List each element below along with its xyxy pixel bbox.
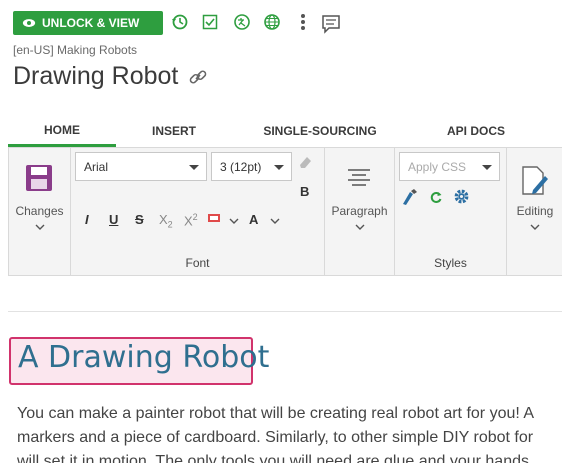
chevron-down-icon: [355, 224, 365, 230]
tab-single-sourcing[interactable]: SINGLE-SOURCING: [248, 115, 392, 146]
changes-label: Changes: [15, 204, 64, 218]
document-heading[interactable]: A Drawing Robot: [18, 340, 269, 375]
top-toolbar: UNLOCK & VIEW: [0, 0, 562, 44]
eye-icon: [22, 19, 36, 27]
page-title: Drawing Robot: [13, 62, 208, 91]
style-brush-icon[interactable]: [401, 188, 419, 206]
history-icon[interactable]: [170, 12, 190, 32]
font-size-value: 3 (12pt): [220, 159, 262, 174]
font-group: Arial 3 (12pt) B I U S X2 X2 A Font: [71, 148, 325, 276]
paragraph-label: Paragraph: [331, 204, 388, 218]
align-left-icon: [348, 169, 370, 186]
italic-button[interactable]: I: [85, 212, 89, 227]
page-title-text: Drawing Robot: [13, 62, 179, 90]
ribbon: Changes Arial 3 (12pt) B I U S X2 X2 A F…: [8, 147, 562, 276]
save-icon: [26, 165, 52, 191]
paragraph-group[interactable]: Paragraph: [325, 148, 395, 276]
font-color-button[interactable]: A: [249, 212, 258, 227]
styles-group-label: Styles: [434, 256, 467, 270]
font-size-select[interactable]: 3 (12pt): [211, 152, 292, 181]
paragraph-line: markers and a piece of cardboard. Simila…: [17, 429, 534, 446]
checkbox-icon[interactable]: [200, 12, 220, 32]
comment-icon[interactable]: [321, 14, 341, 34]
styles-group: Apply CSS Styles: [395, 148, 507, 276]
editing-group[interactable]: Editing: [507, 148, 562, 276]
tab-insert[interactable]: INSERT: [122, 115, 226, 146]
subscript-label: X: [159, 212, 168, 227]
superscript-label: X: [184, 213, 193, 229]
apply-css-select[interactable]: Apply CSS: [399, 152, 500, 181]
strikethrough-button[interactable]: S: [135, 212, 144, 227]
apply-css-placeholder: Apply CSS: [408, 159, 467, 174]
superscript-mark: 2: [192, 212, 198, 222]
breadcrumb[interactable]: [en-US] Making Robots: [13, 43, 137, 57]
gear-icon[interactable]: [453, 188, 470, 205]
tab-api-docs[interactable]: API DOCS: [428, 115, 524, 146]
unlock-view-button[interactable]: UNLOCK & VIEW: [13, 11, 163, 35]
globe-icon[interactable]: [262, 12, 282, 32]
subscript-mark: 2: [167, 219, 173, 230]
underline-button[interactable]: U: [109, 212, 118, 227]
link-icon[interactable]: [188, 67, 208, 87]
unlock-view-label: UNLOCK & VIEW: [42, 16, 140, 30]
more-options-icon[interactable]: [293, 12, 313, 32]
font-family-value: Arial: [84, 159, 109, 174]
ribbon-tabs: HOME INSERT SINGLE-SOURCING API DOCS: [0, 115, 562, 147]
paragraph-line: will set it in motion. The only tools yo…: [17, 453, 529, 463]
editing-label: Editing: [516, 204, 554, 218]
editor-header-bar: [8, 276, 562, 312]
font-family-select[interactable]: Arial: [75, 152, 207, 181]
font-group-label: Font: [185, 256, 210, 270]
paragraph-line: You can make a painter robot that will b…: [17, 405, 535, 422]
chevron-down-icon: [482, 165, 492, 170]
chevron-down-icon: [274, 165, 284, 170]
chevron-down-icon: [35, 224, 45, 230]
highlight-icon[interactable]: [207, 211, 225, 227]
subscript-button[interactable]: X2: [159, 212, 173, 230]
refresh-icon[interactable]: [429, 190, 443, 204]
eraser-icon[interactable]: [297, 154, 313, 170]
chevron-down-icon[interactable]: [270, 218, 280, 224]
superscript-button[interactable]: X2: [184, 212, 198, 228]
changes-group[interactable]: Changes: [9, 148, 71, 276]
document-paragraph[interactable]: You can make a painter robot that will b…: [17, 402, 562, 463]
chevron-down-icon: [189, 165, 199, 170]
edit-document-icon: [522, 166, 548, 195]
tab-home[interactable]: HOME: [8, 115, 116, 147]
translate-icon[interactable]: [232, 12, 252, 32]
chevron-down-icon[interactable]: [229, 218, 239, 224]
bold-button[interactable]: B: [300, 184, 309, 199]
chevron-down-icon: [530, 224, 540, 230]
